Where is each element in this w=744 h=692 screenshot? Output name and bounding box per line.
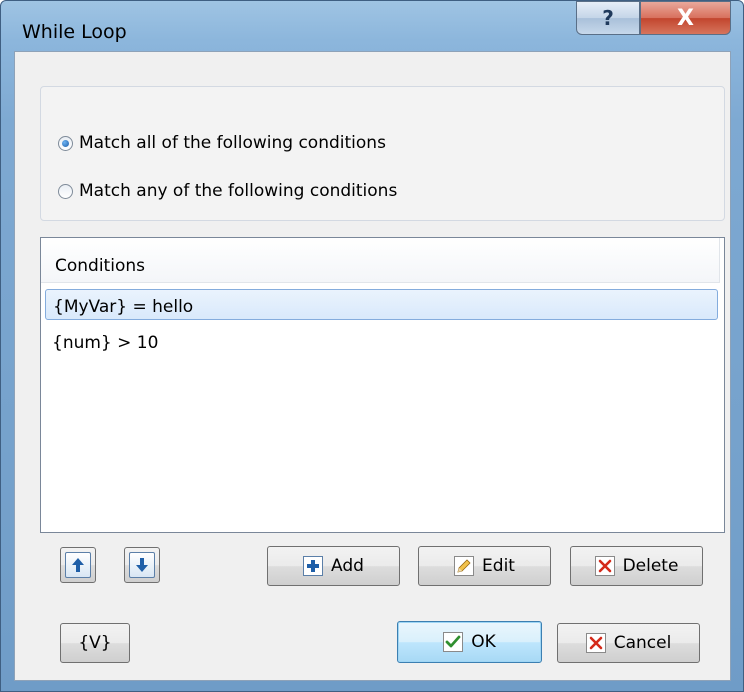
arrow-down-icon [129,552,155,578]
cancel-x-icon [585,633,606,653]
close-button[interactable]: X [640,1,731,35]
match-all-label: Match all of the following conditions [79,133,386,153]
add-button[interactable]: Add [267,546,400,586]
condition-row[interactable]: {num} > 10 [45,326,718,357]
delete-button-label: Delete [622,555,679,576]
delete-x-icon [594,556,615,576]
header-divider [719,238,720,283]
match-any-label: Match any of the following conditions [79,181,398,201]
cancel-button[interactable]: Cancel [557,623,700,663]
cancel-button-label: Cancel [613,632,672,653]
pencil-icon [454,556,475,576]
match-all-radio[interactable] [58,135,73,151]
edit-button[interactable]: Edit [418,546,551,586]
edit-button-label: Edit [482,555,515,576]
add-button-label: Add [331,555,364,576]
delete-button[interactable]: Delete [570,546,703,586]
conditions-header-label: Conditions [55,256,145,276]
variables-button[interactable]: {V} [60,623,130,663]
while-loop-dialog: While Loop ? X Match all of the followin… [0,0,744,692]
match-all-option[interactable]: Match all of the following conditions [58,133,386,153]
ok-button[interactable]: OK [397,621,542,663]
dialog-content: Match all of the following conditions Ma… [14,51,731,681]
condition-row[interactable]: {MyVar} = hello [45,289,718,320]
match-mode-group: Match all of the following conditions Ma… [40,86,725,221]
move-up-button[interactable] [60,547,96,583]
conditions-column-header[interactable]: Conditions [41,238,720,283]
move-down-button[interactable] [124,547,160,583]
title-bar[interactable]: While Loop ? X [1,1,743,51]
help-button[interactable]: ? [576,1,640,35]
arrow-up-icon [65,552,91,578]
match-any-option[interactable]: Match any of the following conditions [58,181,397,201]
match-any-radio[interactable] [58,183,73,199]
conditions-list[interactable]: Conditions {MyVar} = hello {num} > 10 [40,237,725,533]
dialog-title: While Loop [22,21,127,43]
plus-icon [303,556,324,576]
checkmark-icon [443,632,464,652]
ok-button-label: OK [471,631,496,652]
